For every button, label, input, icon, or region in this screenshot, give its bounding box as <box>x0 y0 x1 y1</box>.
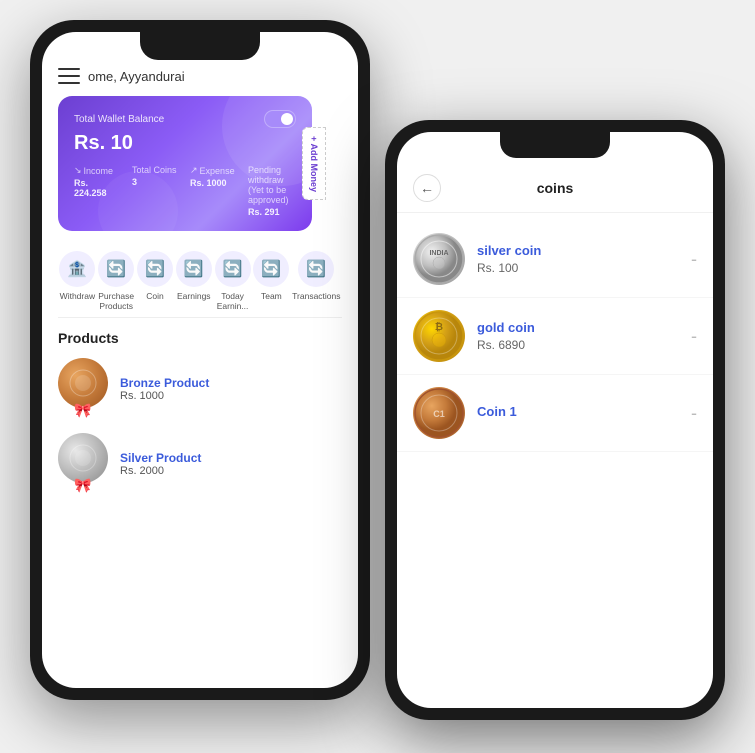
expense-value: Rs. 1000 <box>190 178 238 188</box>
toggle-thumb <box>281 113 293 125</box>
nav-purchase[interactable]: 🔄 PurchaseProducts <box>98 251 134 311</box>
coin1-image: C1 <box>413 387 465 439</box>
products-section: Products 🎀 Bronze Product <box>58 318 342 494</box>
withdraw-icon: 🏦 <box>59 251 95 287</box>
product-bronze: 🎀 Bronze Product Rs. 1000 <box>58 358 342 419</box>
silver-coin-dash: - <box>691 249 697 270</box>
products-title: Products <box>58 330 342 346</box>
phone1-content: ome, Ayyandurai Total Wallet Balance Rs.… <box>42 32 358 688</box>
gold-coin-name: gold coin <box>477 320 679 335</box>
gold-coin-image: ₿ <box>413 310 465 362</box>
svg-text:C1: C1 <box>433 409 445 419</box>
nav-team[interactable]: 🔄 Team <box>253 251 289 311</box>
phone1-notch <box>140 32 260 60</box>
silver-product-name: Silver Product <box>120 451 201 465</box>
phone2-notch <box>500 132 610 158</box>
bronze-product-price: Rs. 1000 <box>120 390 209 402</box>
phone1-header: ome, Ayyandurai <box>58 68 342 84</box>
bronze-ribbon: 🎀 <box>74 402 91 419</box>
svg-text:₿: ₿ <box>435 321 443 333</box>
back-button[interactable]: ← <box>413 174 441 202</box>
today-icon: 🔄 <box>215 251 251 287</box>
coins-stat: Total Coins 3 <box>132 165 180 217</box>
purchase-icon: 🔄 <box>98 251 134 287</box>
coin-item-gold[interactable]: ₿ gold coin Rs. 6890 - <box>397 298 713 375</box>
product-silver: 🎀 Silver Product Rs. 2000 <box>58 433 342 494</box>
phone2-content: ← coins <box>397 132 713 708</box>
wallet-card: Total Wallet Balance Rs. 10 ↘ Income Rs.… <box>58 96 312 231</box>
silver-coin-image: INDIA <box>413 233 465 285</box>
team-icon: 🔄 <box>253 251 289 287</box>
bronze-product-info: Bronze Product Rs. 1000 <box>120 376 209 402</box>
silver-medal <box>58 433 108 483</box>
income-stat: ↘ Income Rs. 224.258 <box>74 165 122 217</box>
wallet-stats: ↘ Income Rs. 224.258 Total Coins 3 ↗ Exp… <box>74 165 296 217</box>
svg-text:INDIA: INDIA <box>429 250 448 257</box>
nav-withdraw[interactable]: 🏦 Withdraw <box>59 251 95 311</box>
nav-coin[interactable]: 🔄 Coin <box>137 251 173 311</box>
bronze-medal <box>58 358 108 408</box>
coin1-info: Coin 1 <box>477 404 679 422</box>
pending-value: Rs. 291 <box>248 207 296 217</box>
phone1: ome, Ayyandurai Total Wallet Balance Rs.… <box>30 20 370 700</box>
earnings-icon: 🔄 <box>176 251 212 287</box>
bronze-product-name: Bronze Product <box>120 376 209 390</box>
silver-coin-price: Rs. 100 <box>477 261 679 275</box>
gold-coin-info: gold coin Rs. 6890 <box>477 320 679 352</box>
coins-value: 3 <box>132 177 180 187</box>
phone2: ← coins <box>385 120 725 720</box>
income-value: Rs. 224.258 <box>74 178 122 198</box>
silver-ribbon: 🎀 <box>74 477 91 494</box>
nav-icons: 🏦 Withdraw 🔄 PurchaseProducts 🔄 Coin 🔄 E… <box>58 241 342 318</box>
coin-icon: 🔄 <box>137 251 173 287</box>
silver-product-info: Silver Product Rs. 2000 <box>120 451 201 477</box>
coin1-dash: - <box>691 403 697 424</box>
coins-title: coins <box>537 180 574 196</box>
transactions-icon: 🔄 <box>298 251 334 287</box>
gold-coin-price: Rs. 6890 <box>477 338 679 352</box>
coin-item-coin1[interactable]: C1 Coin 1 - <box>397 375 713 452</box>
coin-item-silver[interactable]: INDIA silver coin Rs. 100 - <box>397 221 713 298</box>
coin1-name: Coin 1 <box>477 404 679 419</box>
silver-product-price: Rs. 2000 <box>120 465 201 477</box>
phone2-header: ← coins <box>397 166 713 213</box>
phone1-screen: ome, Ayyandurai Total Wallet Balance Rs.… <box>42 32 358 688</box>
silver-coin-name: silver coin <box>477 243 679 258</box>
pending-stat: Pending withdraw (Yet to be approved) Rs… <box>248 165 296 217</box>
add-money-tab[interactable]: + Add Money <box>302 127 326 201</box>
welcome-text: ome, Ayyandurai <box>88 69 185 84</box>
gold-coin-dash: - <box>691 326 697 347</box>
coin-list: INDIA silver coin Rs. 100 - <box>397 213 713 460</box>
expense-stat: ↗ Expense Rs. 1000 <box>190 165 238 217</box>
nav-transactions[interactable]: 🔄 Transactions <box>292 251 340 311</box>
nav-earnings[interactable]: 🔄 Earnings <box>176 251 212 311</box>
toggle-switch[interactable] <box>264 110 296 128</box>
nav-today[interactable]: 🔄 TodayEarnin... <box>215 251 251 311</box>
silver-coin-info: silver coin Rs. 100 <box>477 243 679 275</box>
phone2-screen: ← coins <box>397 132 713 708</box>
wallet-label: Total Wallet Balance <box>74 114 164 125</box>
wallet-balance: Rs. 10 <box>74 132 296 155</box>
hamburger-icon[interactable] <box>58 68 80 84</box>
